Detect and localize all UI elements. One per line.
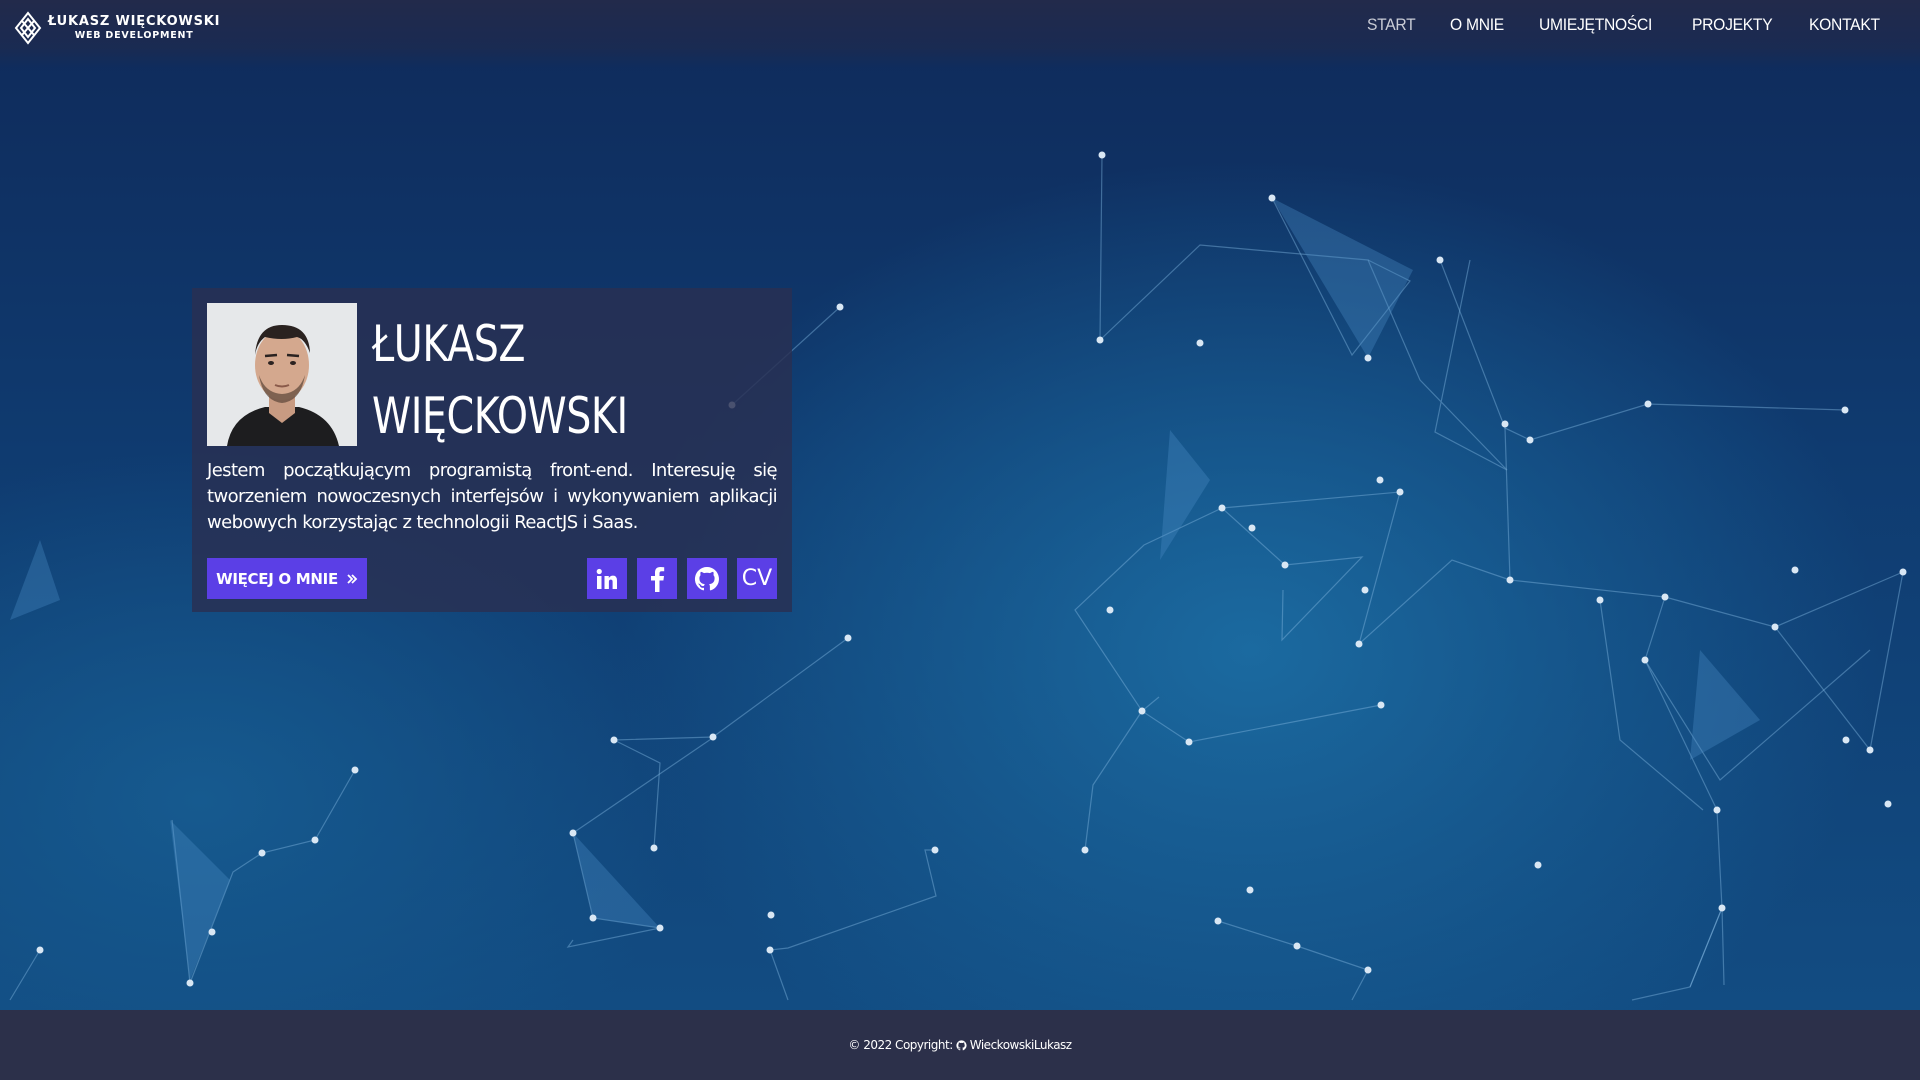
hero-name: ŁUKASZ WIĘCKOWSKI [372,308,628,452]
double-chevron-right-icon [347,573,358,584]
footer: © 2022 Copyright: WieckowskiLukasz [0,1010,1920,1080]
hero-name-first: ŁUKASZ [372,315,526,373]
nav-umiejetnosci[interactable]: UMIEJĘTNOŚCI [1539,15,1652,35]
hero-card: ŁUKASZ WIĘCKOWSKI Jestem początkującym p… [192,288,792,612]
linkedin-icon [596,568,617,589]
logo-subtitle: WEB DEVELOPMENT [74,30,194,42]
cv-icon: CV [741,566,773,591]
logo-name: ŁUKASZ WIĘCKOWSKI [48,14,221,30]
linkedin-button[interactable] [587,558,627,599]
social-links: CV [587,558,777,599]
footer-author-link[interactable]: WieckowskiLukasz [970,1038,1072,1052]
more-about-me-label: WIĘCEJ O MNIE [216,569,338,588]
more-about-me-button[interactable]: WIĘCEJ O MNIE [207,558,367,599]
logo-diamond-icon [14,11,42,45]
hero-name-last: WIĘCKOWSKI [372,387,628,445]
github-icon [956,1039,967,1050]
profile-photo [207,303,357,446]
profile-portrait [207,303,357,446]
github-icon [694,566,719,590]
facebook-icon [651,566,665,592]
nav-o-mnie[interactable]: O MNIE [1450,15,1504,35]
cv-button[interactable]: CV [737,558,777,599]
footer-copyright: © 2022 Copyright: [848,1038,953,1052]
nav-start[interactable]: START [1367,15,1416,35]
github-button[interactable] [687,558,727,599]
hero-description: Jestem początkującym programistą front-e… [207,460,778,533]
top-navbar: ŁUKASZ WIĘCKOWSKI WEB DEVELOPMENT START … [0,0,1920,68]
main-nav: START O MNIE UMIEJĘTNOŚCI PROJEKTY KONTA… [1367,15,1886,35]
site-logo[interactable]: ŁUKASZ WIĘCKOWSKI WEB DEVELOPMENT [14,11,220,45]
nav-kontakt[interactable]: KONTAKT [1809,15,1880,35]
nav-projekty[interactable]: PROJEKTY [1692,15,1773,35]
facebook-button[interactable] [637,558,677,599]
